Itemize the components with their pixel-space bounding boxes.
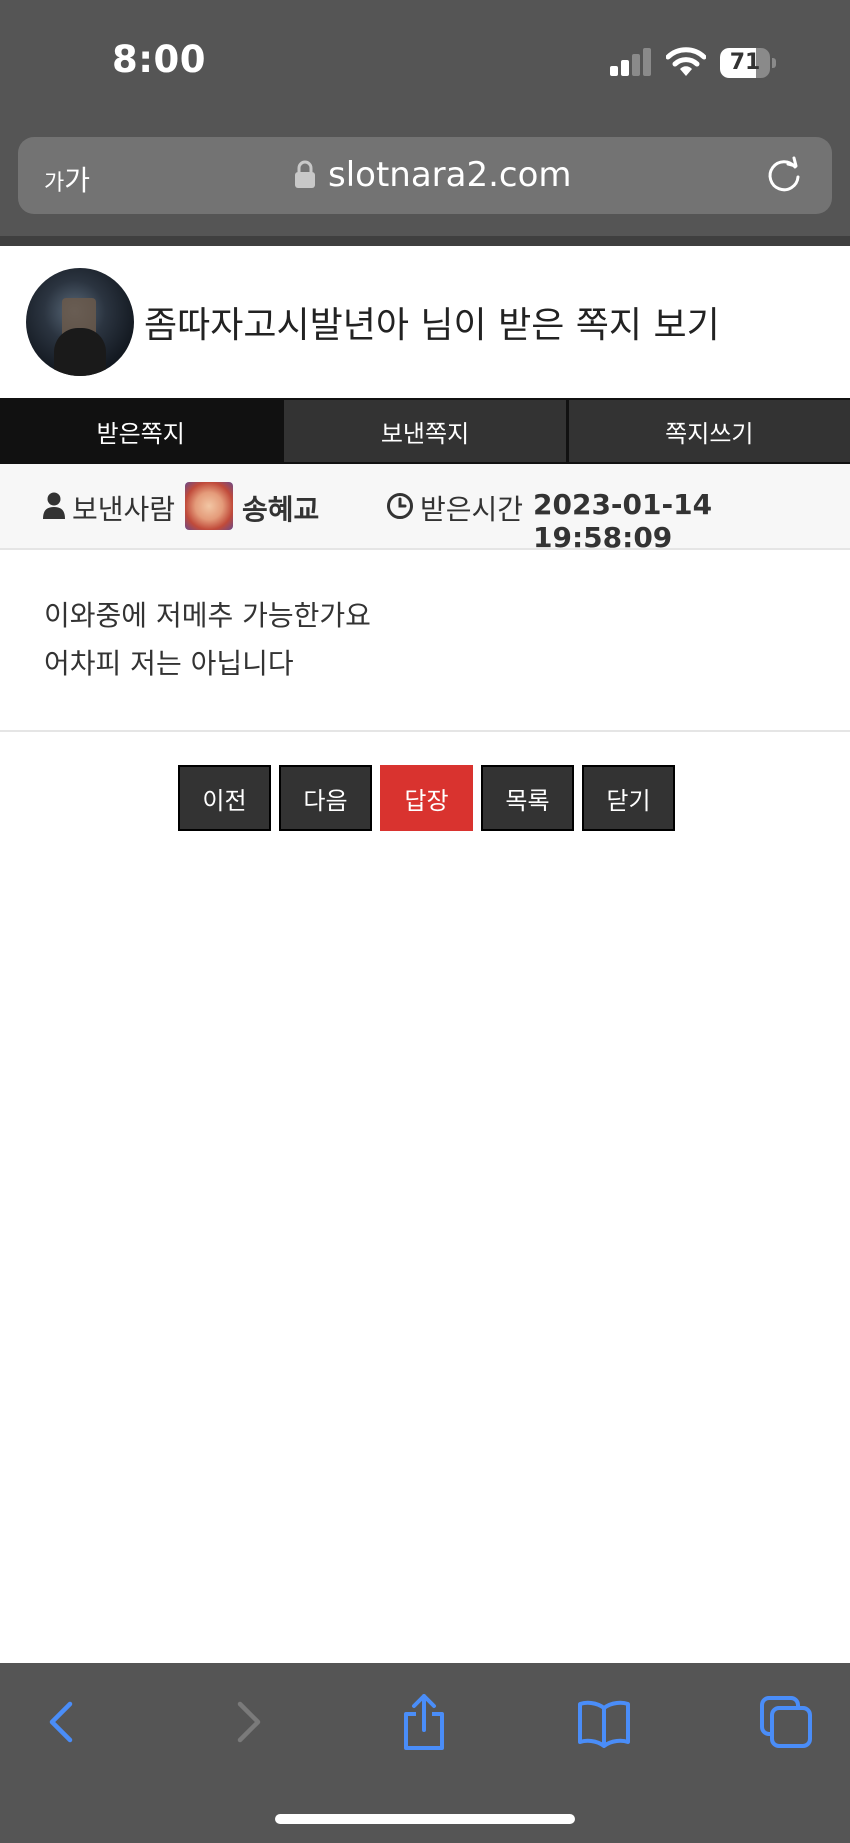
wifi-icon [666, 47, 706, 76]
sender-name[interactable]: 송혜교 [242, 488, 319, 528]
text-size-large: 가 [64, 164, 91, 197]
list-button[interactable]: 목록 [481, 765, 574, 831]
browser-top-divider [0, 236, 850, 246]
message-body: 이와중에 저메추 가능한가요 어차피 저는 아닙니다 [44, 592, 371, 688]
received-time: 2023-01-14 19:58:09 [533, 488, 713, 554]
message-line: 이와중에 저메추 가능한가요 [44, 599, 371, 632]
message-tabs: 받은쪽지 보낸쪽지 쪽지쓰기 [0, 398, 850, 464]
url-text: slotnara2.com [328, 155, 572, 195]
message-line: 어차피 저는 아닙니다 [44, 647, 294, 680]
share-icon[interactable] [396, 1694, 452, 1750]
text-size-button[interactable]: 가가 [44, 159, 90, 199]
cellular-signal-icon [610, 48, 652, 76]
battery-percent: 71 [729, 50, 761, 75]
back-icon[interactable] [36, 1694, 92, 1750]
prev-button[interactable]: 이전 [178, 765, 271, 831]
sender-avatar [185, 482, 233, 530]
status-time: 8:00 [112, 38, 207, 81]
reload-icon[interactable] [764, 155, 804, 195]
tab-compose[interactable]: 쪽지쓰기 [568, 400, 850, 462]
forward-icon[interactable] [218, 1694, 274, 1750]
user-icon [43, 492, 65, 519]
received-label: 받은시간 [420, 493, 524, 526]
divider [0, 730, 850, 732]
profile-avatar [26, 268, 134, 376]
message-info-bar: 보낸사람 송혜교 받은시간 2023-01-14 19:58:09 [0, 464, 850, 554]
clock-icon [387, 493, 413, 519]
text-size-small: 가 [44, 171, 65, 196]
action-buttons: 이전 다음 답장 목록 닫기 [178, 765, 675, 831]
tab-sent[interactable]: 보낸쪽지 [284, 400, 569, 462]
address-bar[interactable]: 가가 slotnara2.com [18, 137, 832, 214]
battery-icon: 71 [720, 48, 776, 78]
home-indicator [275, 1814, 575, 1824]
tab-received[interactable]: 받은쪽지 [0, 400, 285, 462]
sender-label: 보낸사람 [72, 493, 176, 526]
reply-button[interactable]: 답장 [380, 765, 473, 831]
bookmarks-icon[interactable] [576, 1694, 632, 1750]
lock-icon [295, 160, 315, 188]
tabs-icon[interactable] [758, 1694, 814, 1750]
next-button[interactable]: 다음 [279, 765, 372, 831]
page-title: 좀따자고시발년아 님이 받은 쪽지 보기 [144, 305, 720, 346]
close-button[interactable]: 닫기 [582, 765, 675, 831]
